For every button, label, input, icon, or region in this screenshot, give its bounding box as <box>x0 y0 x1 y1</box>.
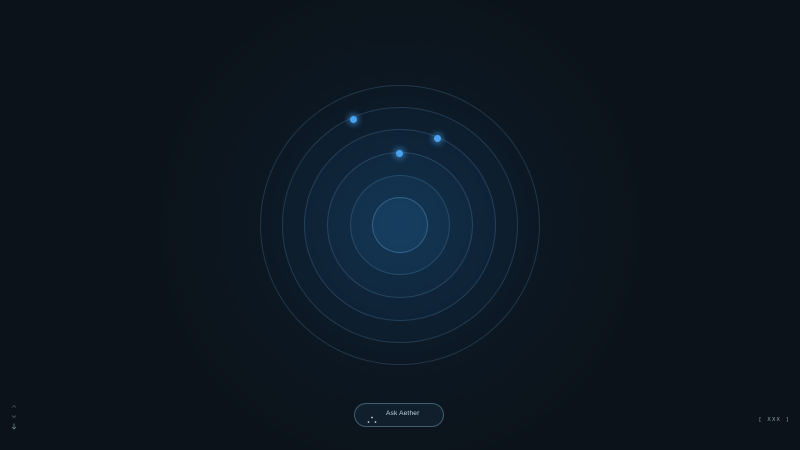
orbit-dot <box>434 135 441 142</box>
orb-ring-core <box>372 197 428 253</box>
arrow-down-icon[interactable] <box>9 418 19 430</box>
ask-aether-label: Ask Aether <box>386 410 420 417</box>
app-canvas: Ask Aether [ XXX ] <box>0 0 800 450</box>
orbit-dot <box>350 116 357 123</box>
ask-aether-button[interactable]: Ask Aether <box>354 403 444 427</box>
chevron-up-icon[interactable] <box>9 398 19 408</box>
voice-orb[interactable] <box>260 85 540 365</box>
corner-label: [ XXX ] <box>758 417 790 423</box>
side-navigation <box>9 398 19 430</box>
chevron-down-icon[interactable] <box>9 408 19 419</box>
sparkle-icon <box>367 411 377 423</box>
orbit-dot <box>396 150 403 157</box>
